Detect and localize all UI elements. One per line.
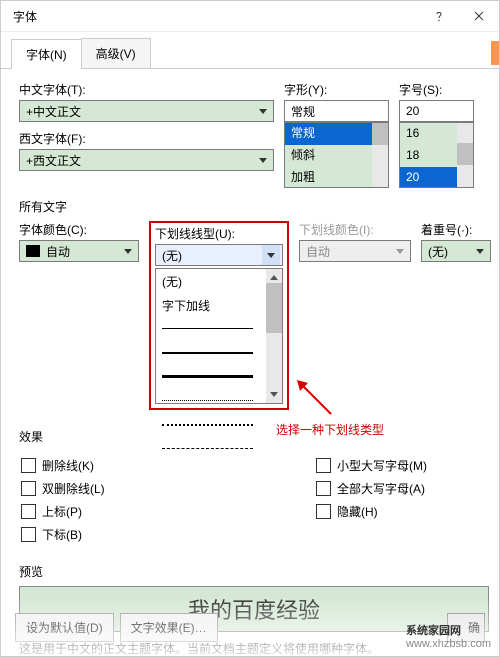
watermark-url: www.xhzbsb.com <box>406 638 491 650</box>
tab-advanced[interactable]: 高级(V) <box>81 38 151 68</box>
label-underline-style: 下划线线型(U): <box>155 225 283 242</box>
watermark: 系统家园网 www.xhzbsb.com <box>406 622 491 650</box>
chinese-font-value: +中文正文 <box>26 103 81 120</box>
check-subscript[interactable]: 下标(B) <box>21 526 152 543</box>
scroll-up-icon[interactable] <box>270 271 278 285</box>
scroll-down-icon[interactable] <box>270 387 278 401</box>
label-all-text: 所有文字 <box>19 198 489 215</box>
label-emphasis: 着重号(·): <box>421 221 491 238</box>
partial-orange-strip <box>491 41 499 65</box>
font-color-value: 自动 <box>46 243 70 260</box>
chevron-down-icon <box>255 156 271 164</box>
chevron-down-icon <box>262 245 280 265</box>
system-buttons <box>419 1 499 31</box>
underline-option-wordsonly[interactable]: 字下加线 <box>156 293 282 317</box>
style-value: 常规 <box>291 103 315 120</box>
underline-option-line[interactable] <box>156 365 282 389</box>
chinese-font-select[interactable]: +中文正文 <box>19 100 274 122</box>
help-button[interactable] <box>419 1 459 31</box>
scroll-thumb[interactable] <box>372 123 388 145</box>
close-button[interactable] <box>459 1 499 31</box>
western-font-select[interactable]: +西文正文 <box>19 149 274 171</box>
check-dblstrike[interactable]: 双删除线(L) <box>21 480 152 497</box>
label-size: 字号(S): <box>399 81 474 98</box>
style-input[interactable]: 常规 <box>284 100 389 122</box>
label-chinese-font: 中文字体(T): <box>19 81 274 98</box>
size-value: 20 <box>406 104 419 118</box>
tab-strip: 字体(N) 高级(V) <box>1 32 499 69</box>
size-listbox[interactable]: 16 18 20 <box>399 122 474 188</box>
watermark-cn: 系统家园网 <box>406 625 461 637</box>
check-strike[interactable]: 删除线(K) <box>21 457 152 474</box>
check-superscript[interactable]: 上标(P) <box>21 503 152 520</box>
underline-option-line[interactable] <box>156 389 282 413</box>
text-effects-button[interactable]: 文字效果(E)… <box>120 613 218 642</box>
scroll-thumb[interactable] <box>457 143 473 165</box>
tab-font[interactable]: 字体(N) <box>11 39 82 69</box>
annotation-text: 选择一种下划线类型 <box>276 421 384 438</box>
underline-style-select[interactable]: (无) <box>155 244 283 266</box>
underline-option-line[interactable] <box>156 341 282 365</box>
label-font-color: 字体颜色(C): <box>19 221 139 238</box>
emphasis-value: (无) <box>428 243 448 260</box>
color-swatch <box>26 245 40 257</box>
western-font-value: +西文正文 <box>26 152 81 169</box>
chevron-down-icon <box>120 247 136 255</box>
underline-option-line[interactable] <box>156 317 282 341</box>
underline-option-line[interactable] <box>156 413 282 437</box>
underline-color-value: 自动 <box>306 243 330 260</box>
dialog-body: 中文字体(T): +中文正文 西文字体(F): +西文正文 字形(Y): 常规 … <box>1 69 499 657</box>
style-listbox[interactable]: 常规 倾斜 加粗 <box>284 122 389 188</box>
label-preview: 预览 <box>19 563 489 580</box>
check-hidden[interactable]: 隐藏(H) <box>316 503 487 520</box>
scroll-thumb[interactable] <box>266 283 282 333</box>
label-style: 字形(Y): <box>284 81 389 98</box>
chevron-down-icon <box>392 247 408 255</box>
underline-option-line[interactable] <box>156 437 282 461</box>
scrollbar[interactable] <box>266 269 282 403</box>
underline-style-highlighted: 下划线线型(U): (无) (无) 字下加线 <box>149 221 289 410</box>
titlebar: 字体 <box>1 1 499 32</box>
underline-option-none[interactable]: (无) <box>156 269 282 293</box>
font-color-select[interactable]: 自动 <box>19 240 139 262</box>
label-underline-color: 下划线颜色(I): <box>299 221 411 238</box>
label-western-font: 西文字体(F): <box>19 130 274 147</box>
underline-style-dropdown[interactable]: (无) 字下加线 <box>155 268 283 404</box>
chevron-down-icon <box>255 107 271 115</box>
check-allcaps[interactable]: 全部大写字母(A) <box>316 480 487 497</box>
annotation-arrow <box>296 379 336 419</box>
emphasis-select[interactable]: (无) <box>421 240 491 262</box>
underline-color-select: 自动 <box>299 240 411 262</box>
set-default-button[interactable]: 设为默认值(D) <box>15 613 114 642</box>
size-input[interactable]: 20 <box>399 100 474 122</box>
window-title: 字体 <box>13 8 37 25</box>
underline-style-value: (无) <box>162 247 182 264</box>
chevron-down-icon <box>472 247 488 255</box>
font-dialog: 字体 字体(N) 高级(V) 中文字体(T): +中文正文 西文字体(F): +… <box>0 0 500 657</box>
check-smallcaps[interactable]: 小型大写字母(M) <box>316 457 487 474</box>
effects-row: 删除线(K) 双删除线(L) 上标(P) 下标(B) 小型大写字母(M) 全部大… <box>19 451 489 549</box>
